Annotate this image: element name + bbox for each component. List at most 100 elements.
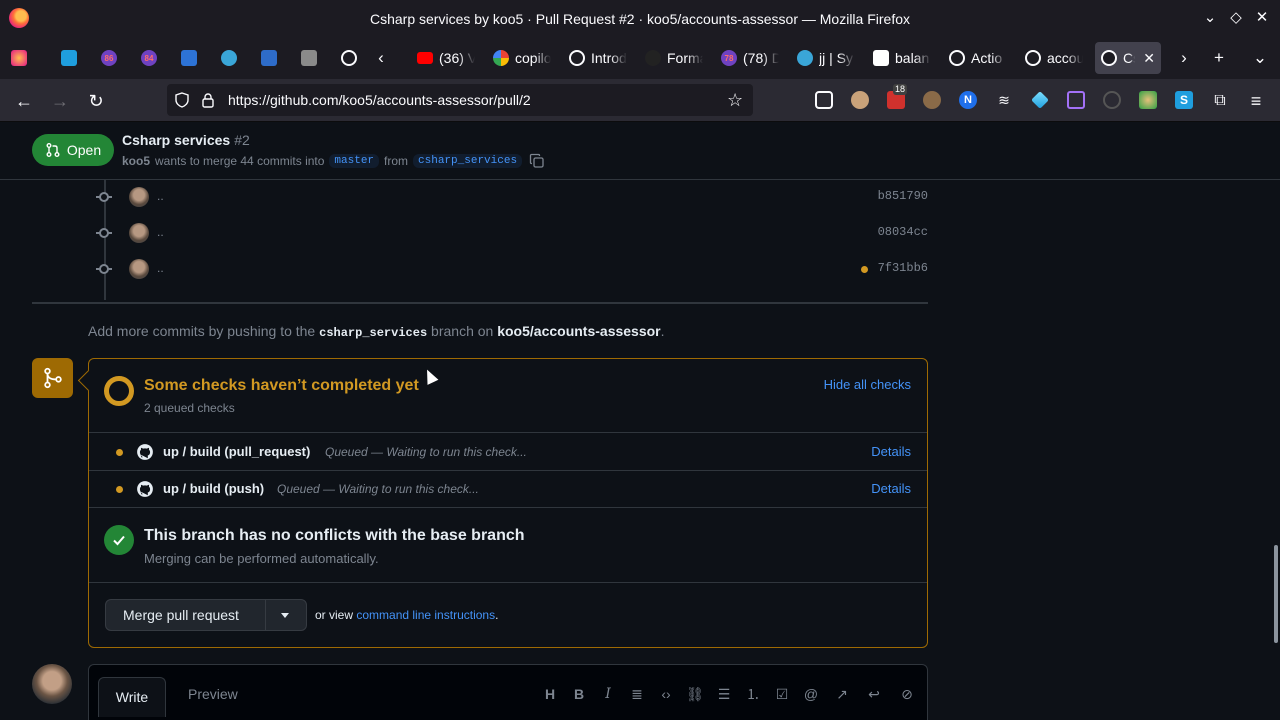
- heading-icon[interactable]: H: [541, 685, 559, 703]
- current-user-avatar[interactable]: [32, 664, 72, 704]
- extension-cookie-icon[interactable]: [923, 91, 941, 109]
- add-more-commits-note: Add more commits by pushing to the cshar…: [88, 323, 665, 340]
- no-conflicts-title: This branch has no conflicts with the ba…: [144, 527, 525, 544]
- merge-actions: Merge pull request or view command line …: [89, 584, 927, 648]
- task-list-icon[interactable]: ☑: [773, 685, 791, 703]
- extensions-puzzle-icon[interactable]: ⧉: [1209, 90, 1231, 112]
- tab-firefox-view[interactable]: [5, 42, 33, 74]
- command-line-instructions-link[interactable]: command line instructions: [356, 608, 495, 622]
- browser-tab[interactable]: Actio: [943, 42, 1013, 74]
- forward-icon[interactable]: →: [49, 90, 71, 112]
- extension-square-icon[interactable]: [1067, 91, 1085, 109]
- italic-icon[interactable]: I: [599, 685, 617, 703]
- extension-stripes-icon[interactable]: ≋: [995, 91, 1013, 109]
- pr-from-text: from: [384, 154, 409, 168]
- link-icon[interactable]: ⛓: [686, 685, 704, 703]
- reload-icon[interactable]: ↻: [85, 90, 107, 112]
- lock-icon[interactable]: [201, 92, 215, 108]
- close-tab-icon[interactable]: ✕: [1143, 50, 1155, 67]
- scroll-tabs-right-icon[interactable]: ›: [1174, 48, 1194, 68]
- saved-replies-icon[interactable]: ⊘: [898, 685, 916, 703]
- commit-author-avatar[interactable]: [129, 223, 149, 243]
- page-scrollbar[interactable]: [1274, 545, 1278, 643]
- commit-message[interactable]: ..: [157, 261, 164, 275]
- shield-icon[interactable]: [174, 92, 190, 108]
- checkmark-icon: [113, 535, 125, 546]
- merge-hint-suffix: .: [495, 608, 499, 622]
- extension-circle-icon[interactable]: [1103, 91, 1121, 109]
- cross-reference-icon[interactable]: ↗: [833, 685, 851, 703]
- add-more-repo-link[interactable]: koo5/accounts-assessor: [497, 323, 660, 339]
- browser-tab[interactable]: accou: [1019, 42, 1089, 74]
- extension-red-icon[interactable]: 18: [887, 84, 908, 109]
- commit-pending-status-icon[interactable]: [861, 266, 868, 273]
- address-bar[interactable]: https://github.com/koo5/accounts-assesso…: [167, 84, 753, 116]
- browser-tab[interactable]: [55, 42, 79, 74]
- github-pr-page: Open Csharp services #2 koo5 wants to mer…: [0, 122, 1280, 720]
- close-window-icon[interactable]: ✕: [1254, 9, 1270, 27]
- commit-message[interactable]: ..: [157, 189, 164, 203]
- browser-tab[interactable]: jj | Sy: [791, 42, 861, 74]
- ordered-list-icon[interactable]: ⒈: [744, 685, 762, 703]
- extension-n-icon[interactable]: N: [959, 91, 977, 109]
- browser-tab[interactable]: 84: [135, 42, 159, 74]
- minimize-icon[interactable]: ⌄: [1202, 9, 1218, 27]
- pr-number: #2: [234, 132, 250, 148]
- copy-icon[interactable]: [529, 153, 545, 169]
- tab-preview[interactable]: Preview: [188, 686, 238, 702]
- firefox-view-icon: [11, 50, 27, 66]
- check-details-link[interactable]: Details: [871, 481, 911, 496]
- commit-sha[interactable]: 08034cc: [878, 225, 928, 239]
- list-all-tabs-icon[interactable]: ⌄: [1250, 48, 1270, 68]
- bold-icon[interactable]: B: [570, 685, 588, 703]
- mention-icon[interactable]: @: [802, 685, 820, 703]
- maximize-icon[interactable]: ◇: [1228, 9, 1244, 27]
- base-branch[interactable]: master: [329, 154, 380, 168]
- quote-icon[interactable]: ≣: [628, 685, 646, 703]
- commit-sha[interactable]: 7f31bb6: [878, 261, 928, 275]
- hide-all-checks-button[interactable]: Hide all checks: [824, 377, 911, 392]
- code-icon[interactable]: ‹›: [657, 685, 675, 703]
- browser-tab[interactable]: [295, 42, 319, 74]
- browser-tab[interactable]: 78 (78) D: [715, 42, 785, 74]
- browser-tab[interactable]: 86: [95, 42, 119, 74]
- extension-face-icon[interactable]: [851, 91, 869, 109]
- extension-sapphire-icon[interactable]: [1031, 91, 1049, 109]
- browser-tab[interactable]: [335, 42, 359, 74]
- browser-tab[interactable]: Forma: [639, 42, 709, 74]
- browser-tab[interactable]: copilo: [487, 42, 557, 74]
- extension-color-icon[interactable]: [1139, 91, 1157, 109]
- new-tab-icon[interactable]: +: [1209, 48, 1229, 68]
- check-description: Queued — Waiting to run this check...: [277, 482, 479, 496]
- check-details-link[interactable]: Details: [871, 444, 911, 459]
- browser-tab[interactable]: (36) V: [411, 42, 481, 74]
- commit-author-avatar[interactable]: [129, 187, 149, 207]
- pr-author-link[interactable]: koo5: [122, 154, 150, 168]
- browser-tab[interactable]: [215, 42, 239, 74]
- browser-tab[interactable]: [175, 42, 199, 74]
- merge-options-caret-icon[interactable]: [281, 613, 289, 618]
- browser-tab[interactable]: [255, 42, 279, 74]
- back-icon[interactable]: ←: [13, 90, 35, 112]
- pull-request-icon: [46, 143, 60, 157]
- pocket-icon[interactable]: [815, 91, 833, 109]
- merge-pull-request-button[interactable]: Merge pull request: [105, 599, 307, 631]
- tab-write[interactable]: Write: [98, 677, 166, 717]
- pr-sticky-header: Open Csharp services #2 koo5 wants to mer…: [0, 122, 1280, 180]
- scroll-tabs-left-icon[interactable]: ‹: [371, 48, 391, 68]
- bookmark-star-icon[interactable]: ☆: [727, 90, 743, 111]
- browser-tab[interactable]: balan: [867, 42, 937, 74]
- pr-title: Csharp services #2: [122, 132, 250, 148]
- head-branch[interactable]: csharp_services: [413, 154, 523, 168]
- unordered-list-icon[interactable]: ☰: [715, 685, 733, 703]
- commit-sha[interactable]: b851790: [878, 189, 928, 203]
- commit-author-avatar[interactable]: [129, 259, 149, 279]
- extension-s-icon[interactable]: S: [1175, 91, 1193, 109]
- reply-icon[interactable]: ↩: [865, 685, 883, 703]
- browser-tab[interactable]: Introd: [563, 42, 633, 74]
- app-menu-icon[interactable]: ≡: [1245, 90, 1267, 112]
- window-titlebar: Csharp services by koo5 · Pull Request #…: [0, 0, 1280, 37]
- commit-message[interactable]: ..: [157, 225, 164, 239]
- url-text[interactable]: https://github.com/koo5/accounts-assesso…: [228, 92, 531, 108]
- tab-active[interactable]: Cs ✕: [1095, 42, 1161, 74]
